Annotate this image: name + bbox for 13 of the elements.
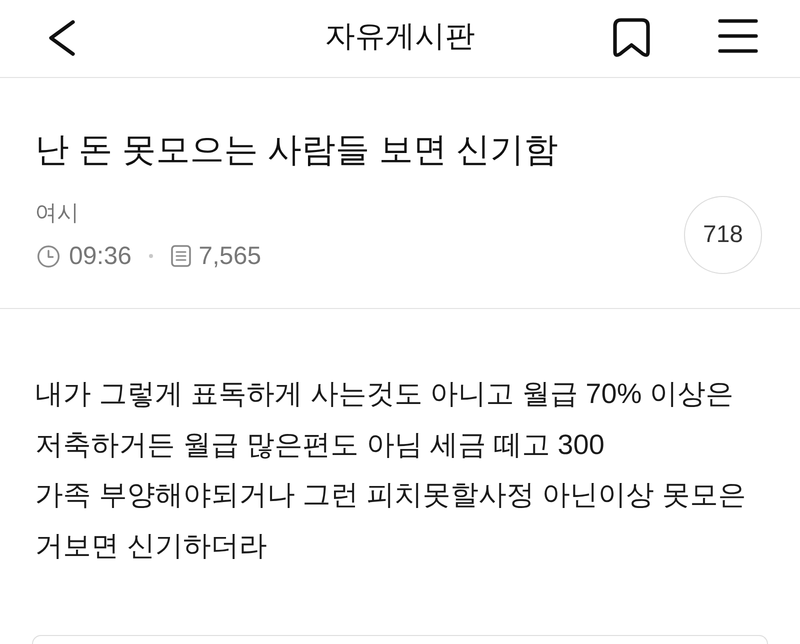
menu-icon[interactable] — [718, 19, 758, 53]
board-title: 자유게시판 — [325, 18, 475, 54]
comment-count-button[interactable]: 718 — [684, 196, 762, 274]
author-name: 여시 — [35, 199, 80, 227]
dot-icon — [148, 254, 153, 258]
back-icon[interactable] — [48, 20, 76, 56]
bookmark-icon[interactable] — [613, 18, 650, 58]
post-title: 난 돈 못모으는 사람들 보면 신기함 — [35, 130, 560, 170]
view-count: 7,565 — [198, 241, 262, 271]
clock-icon — [37, 244, 60, 268]
document-icon — [170, 245, 191, 267]
post-body-text: 내가 그렇게 표독하게 사는것도 아니고 월급 70% 이상은 저축하거든 월급 많은편도 아님 세금 떼고 300 가족 부양해야되거나 그런 피치못할사정 아닌이상 못모은 거보면 신기하더라 — [35, 377, 747, 562]
post-time: 09:36 — [69, 241, 132, 271]
